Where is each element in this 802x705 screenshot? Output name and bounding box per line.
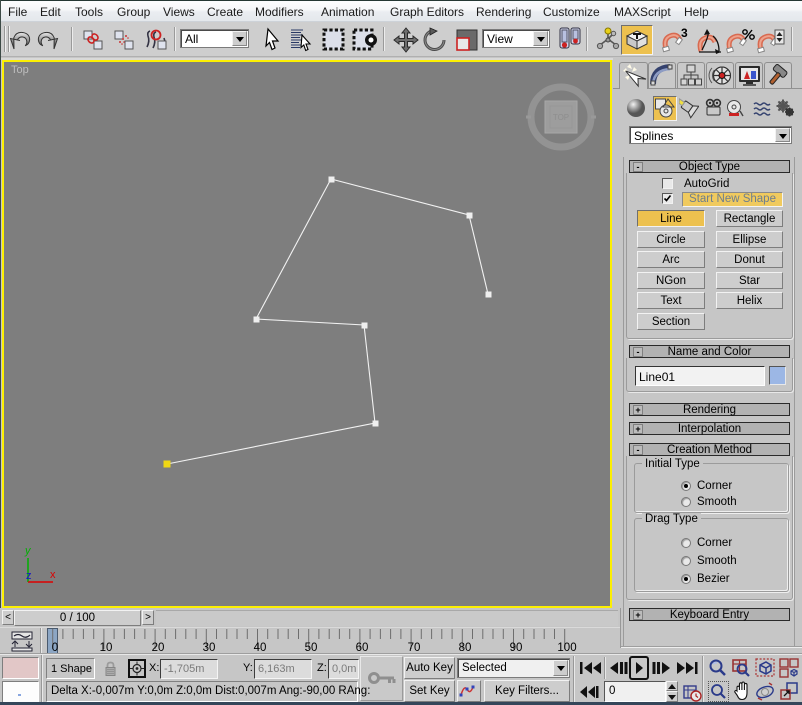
svg-text:3: 3 <box>681 27 688 40</box>
svg-text:y: y <box>24 545 32 557</box>
svg-text:z: z <box>26 570 32 582</box>
svg-text:x: x <box>50 569 56 581</box>
svg-text:TOP: TOP <box>553 113 569 122</box>
